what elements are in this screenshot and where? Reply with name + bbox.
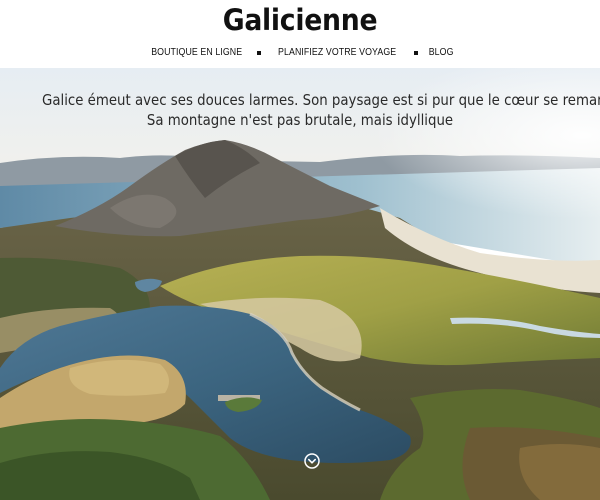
nav-item-blog[interactable]: BLOG [428,47,453,58]
nav-separator [413,50,418,55]
nav-item-plan-trip[interactable]: PLANIFIEZ VOTRE VOYAGE [279,47,397,58]
hero-tagline-line-2: Sa montagne n'est pas brutale, mais idyl… [146,111,454,129]
scroll-down-button[interactable] [304,453,320,469]
nav-item-shop[interactable]: BOUTIQUE EN LIGNE [151,47,242,58]
hero-banner: Galice émeut avec ses douces larmes. Son… [0,68,600,500]
site-logo[interactable]: Galicienne [24,3,576,37]
hero-tagline-line-1: Galice émeut avec ses douces larmes. Son… [42,91,600,109]
nav-separator [257,50,262,55]
site-header: Galicienne BOUTIQUE EN LIGNE PLANIFIEZ V… [0,0,600,68]
main-nav: BOUTIQUE EN LIGNE PLANIFIEZ VOTRE VOYAGE… [0,47,600,58]
hero-landscape-image [0,68,600,500]
chevron-down-circle-icon [304,453,320,469]
hero-tagline: Galice émeut avec ses douces larmes. Son… [42,90,600,130]
